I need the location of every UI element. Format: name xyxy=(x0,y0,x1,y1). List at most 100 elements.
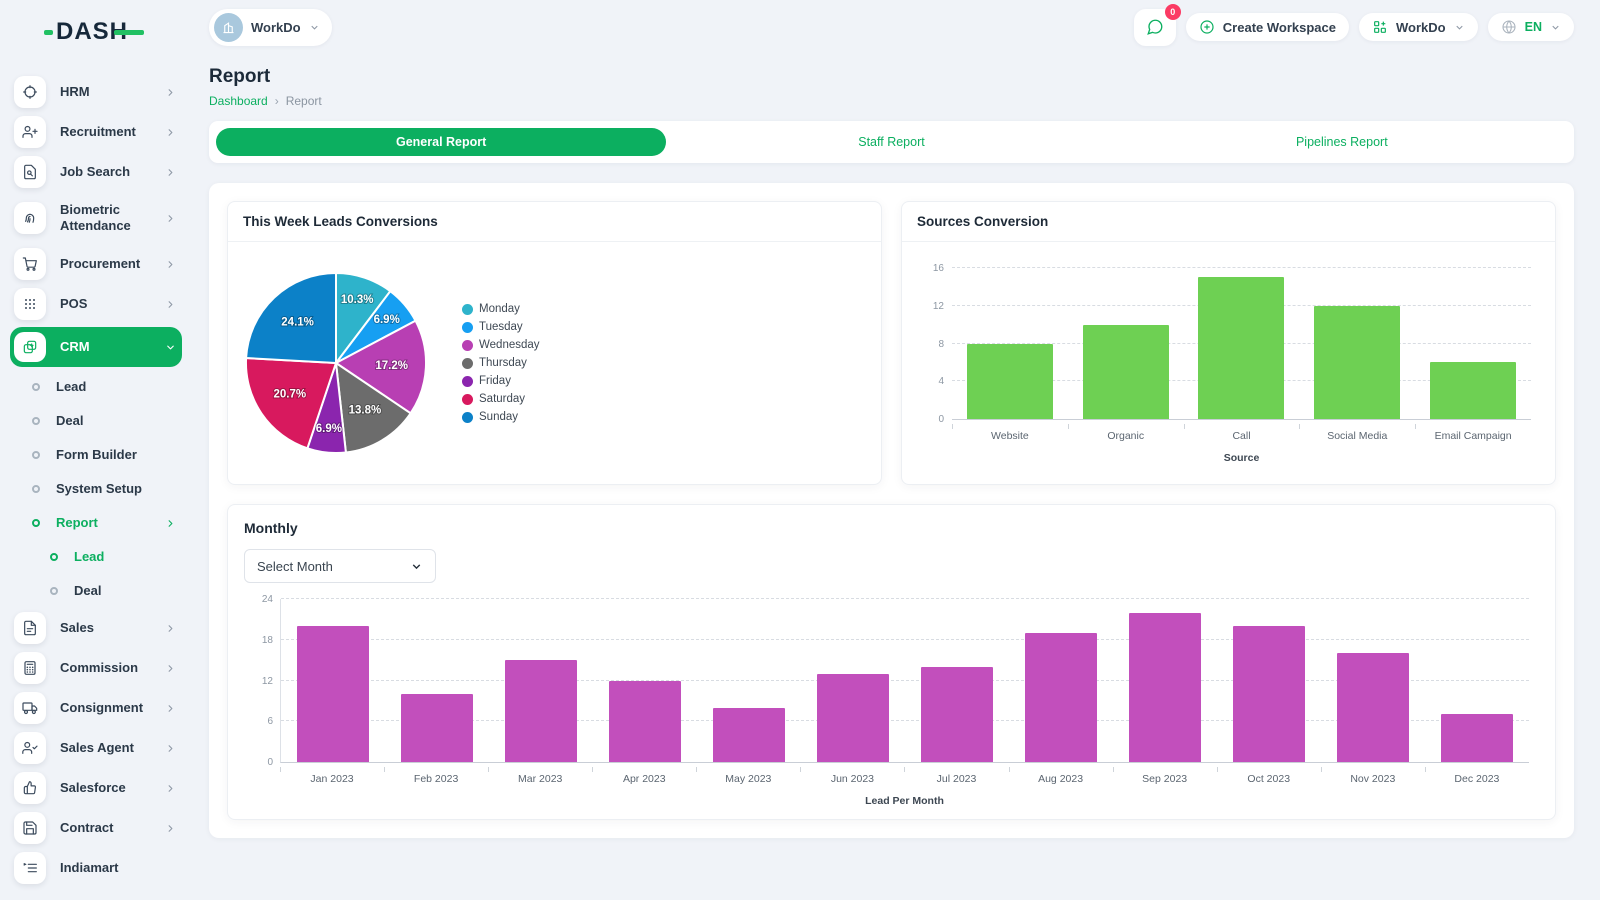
user-check-icon xyxy=(22,740,38,756)
legend-item-friday: Friday xyxy=(462,375,540,387)
create-workspace-label: Create Workspace xyxy=(1223,20,1336,35)
tab-general-report[interactable]: General Report xyxy=(216,128,666,156)
breadcrumb-current: Report xyxy=(286,94,322,108)
chevron-right-icon xyxy=(165,299,176,310)
bullet-icon xyxy=(32,451,40,459)
bars xyxy=(281,599,1529,762)
messages-button[interactable]: 0 xyxy=(1134,9,1176,46)
chevron-right-icon xyxy=(165,783,176,794)
x-axis-labels: WebsiteOrganicCallSocial MediaEmail Camp… xyxy=(952,424,1531,442)
y-tick-label: 12 xyxy=(933,301,944,312)
x-tick-label: Jan 2023 xyxy=(280,767,384,785)
x-tick-label: May 2023 xyxy=(696,767,800,785)
week-leads-card-title: This Week Leads Conversions xyxy=(228,202,881,242)
fingerprint-icon xyxy=(14,202,46,234)
sidebar-item-procurement[interactable]: Procurement xyxy=(10,244,182,284)
sidebar-item-label: Commission xyxy=(60,660,165,676)
sidebar-item-indiamart[interactable]: Indiamart xyxy=(10,848,182,888)
legend-label: Thursday xyxy=(479,357,527,369)
create-workspace-button[interactable]: Create Workspace xyxy=(1186,13,1349,41)
x-tick-label: Email Campaign xyxy=(1415,424,1531,442)
chat-icon xyxy=(1146,18,1164,36)
legend-label: Tuesday xyxy=(479,321,523,333)
workdo-menu-button[interactable]: WorkDo xyxy=(1359,13,1478,41)
user-plus-icon xyxy=(14,116,46,148)
monthly-title: Monthly xyxy=(244,520,1539,536)
sidebar-item-label: Recruitment xyxy=(60,124,165,140)
crm-icon xyxy=(22,339,38,355)
bar-organic xyxy=(1083,325,1169,419)
sidebar-item-sales-agent[interactable]: Sales Agent xyxy=(10,728,182,768)
language-label: EN xyxy=(1525,20,1542,34)
pie-slice-value: 24.1% xyxy=(281,317,314,329)
sidebar-item-salesforce[interactable]: Salesforce xyxy=(10,768,182,808)
sidebar-item-consignment[interactable]: Consignment xyxy=(10,688,182,728)
legend-item-monday: Monday xyxy=(462,303,540,315)
workdo-menu-label: WorkDo xyxy=(1396,20,1446,35)
workspace-label: WorkDo xyxy=(251,20,301,35)
sidebar-item-hrm[interactable]: HRM xyxy=(10,72,182,112)
bullet-icon xyxy=(32,383,40,391)
sidebar-item-pos[interactable]: POS xyxy=(10,284,182,324)
sidebar-item-biometric-attendance[interactable]: Biometric Attendance xyxy=(10,192,182,244)
legend-item-wednesday: Wednesday xyxy=(462,339,540,351)
legend-label: Saturday xyxy=(479,393,525,405)
sidebar-item-label: Consignment xyxy=(60,700,165,716)
sidebar-item-job-search[interactable]: Job Search xyxy=(10,152,182,192)
sidebar-item-recruitment[interactable]: Recruitment xyxy=(10,112,182,152)
x-tick-label: Organic xyxy=(1068,424,1184,442)
target-icon xyxy=(22,84,38,100)
bar-sep-2023 xyxy=(1129,613,1201,762)
sidebar-item-label: Procurement xyxy=(60,256,165,272)
x-tick-label: Call xyxy=(1184,424,1300,442)
sidebar-item-label: HRM xyxy=(60,84,165,100)
workspace-grid-icon xyxy=(1372,19,1388,35)
sidebar-item-label: Deal xyxy=(56,413,176,429)
month-select[interactable]: Select Month xyxy=(244,549,436,583)
dash-logo[interactable]: DASH xyxy=(44,18,182,46)
language-button[interactable]: EN xyxy=(1488,13,1574,41)
bar-aug-2023 xyxy=(1025,633,1097,762)
legend-label: Monday xyxy=(479,303,520,315)
bar-social-media xyxy=(1314,306,1400,419)
app-root: DASH HRM Recruitment Job SearchBiometric A… xyxy=(0,0,1600,900)
fingerprint-icon xyxy=(22,210,38,226)
sidebar-item-sales[interactable]: Sales xyxy=(10,608,182,648)
x-tick-label: Social Media xyxy=(1299,424,1415,442)
bar-jan-2023 xyxy=(297,626,369,762)
file-text-icon xyxy=(14,612,46,644)
chevron-right-icon xyxy=(165,259,176,270)
report-panel: This Week Leads Conversions 10.3%6.9%17.… xyxy=(209,183,1574,838)
sidebar-item-form-builder[interactable]: Form Builder xyxy=(10,438,182,472)
sidebar-item-report[interactable]: Report xyxy=(10,506,182,540)
x-tick-label: Apr 2023 xyxy=(592,767,696,785)
breadcrumb-dashboard-link[interactable]: Dashboard xyxy=(209,94,268,108)
sidebar-item-contract[interactable]: Contract xyxy=(10,808,182,848)
bar-may-2023 xyxy=(713,708,785,762)
grid-icon xyxy=(22,296,38,312)
x-tick-label: Nov 2023 xyxy=(1321,767,1425,785)
sidebar-item-crm[interactable]: CRM xyxy=(10,327,182,367)
workspace-avatar xyxy=(214,13,243,42)
breadcrumb-separator: › xyxy=(275,94,279,108)
messages-badge: 0 xyxy=(1165,4,1181,20)
file-search-icon xyxy=(14,156,46,188)
sidebar-item-system-setup[interactable]: System Setup xyxy=(10,472,182,506)
bar-dec-2023 xyxy=(1441,714,1513,762)
bar-feb-2023 xyxy=(401,694,473,762)
tab-staff-report[interactable]: Staff Report xyxy=(666,128,1116,156)
week-leads-card: This Week Leads Conversions 10.3%6.9%17.… xyxy=(227,201,882,485)
sidebar-item-deal[interactable]: Deal xyxy=(10,404,182,438)
sidebar-subitem-lead[interactable]: Lead xyxy=(10,540,182,574)
chevron-right-icon xyxy=(165,518,176,529)
y-tick-label: 24 xyxy=(262,594,273,605)
tab-pipelines-report[interactable]: Pipelines Report xyxy=(1117,128,1567,156)
bar-apr-2023 xyxy=(609,681,681,763)
workspace-switcher[interactable]: WorkDo xyxy=(209,9,332,46)
sidebar-item-lead[interactable]: Lead xyxy=(10,370,182,404)
bar-mar-2023 xyxy=(505,660,577,762)
legend-label: Friday xyxy=(479,375,511,387)
sidebar-subitem-deal[interactable]: Deal xyxy=(10,574,182,608)
sidebar-item-commission[interactable]: Commission xyxy=(10,648,182,688)
sidebar-item-label: System Setup xyxy=(56,481,176,497)
